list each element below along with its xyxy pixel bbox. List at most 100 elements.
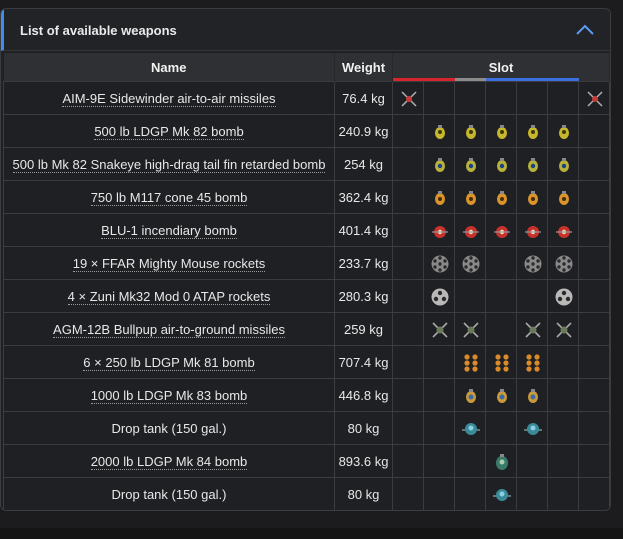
slot-cell-2[interactable] [423, 279, 455, 313]
slot-cell-6[interactable] [547, 180, 579, 214]
drop-tank-icon[interactable] [523, 419, 542, 437]
slot-cell-7[interactable] [578, 81, 610, 115]
yellow-bomb-icon[interactable] [492, 122, 510, 140]
green-bomb-icon[interactable] [492, 452, 510, 470]
slot-cell-6[interactable] [547, 213, 579, 247]
chevron-up-icon[interactable] [574, 21, 596, 39]
slot-cell-6[interactable] [547, 114, 579, 148]
slot-cell-2[interactable] [423, 114, 455, 148]
yellow-bomb-icon[interactable] [523, 122, 541, 140]
snakeye-bomb-icon[interactable] [554, 155, 572, 173]
slot-cell-5[interactable] [516, 147, 548, 181]
zuni-pod-icon[interactable] [554, 287, 573, 306]
slot-cell-5[interactable] [516, 246, 548, 280]
slot-cell-3[interactable] [454, 246, 486, 280]
incendiary-bomb-icon[interactable] [554, 221, 572, 239]
slot-cell-4[interactable] [485, 114, 517, 148]
slot-cell-6[interactable] [547, 246, 579, 280]
slot-cell-3[interactable] [454, 345, 486, 379]
missile-x-icon[interactable] [585, 89, 603, 107]
missile-x-icon[interactable] [399, 89, 417, 107]
bomb-cluster-icon[interactable] [523, 353, 541, 372]
bullpup-missile-icon[interactable] [523, 320, 541, 338]
slot-cell-2[interactable] [423, 180, 455, 214]
slot-cell-5[interactable] [516, 345, 548, 379]
slot-cell-6[interactable] [547, 147, 579, 181]
weapon-name-link[interactable]: 6 × 250 lb LDGP Mk 81 bomb [83, 354, 255, 371]
snakeye-bomb-icon[interactable] [461, 155, 479, 173]
slot-cell-4[interactable] [485, 345, 517, 379]
rocket-pod-icon[interactable] [430, 254, 449, 273]
slot-cell-5[interactable] [516, 213, 548, 247]
slot-cell-5[interactable] [516, 411, 548, 445]
blue-bomb-icon[interactable] [523, 386, 541, 404]
weapon-name-link[interactable]: BLU-1 incendiary bomb [101, 222, 237, 239]
drop-tank-icon[interactable] [492, 485, 511, 503]
incendiary-bomb-icon[interactable] [523, 221, 541, 239]
bullpup-missile-icon[interactable] [554, 320, 572, 338]
slot-cell-3[interactable] [454, 147, 486, 181]
slot-cell-6[interactable] [547, 312, 579, 346]
slot-cell-2[interactable] [423, 213, 455, 247]
weapon-weight: 76.4 kg [334, 81, 393, 115]
snakeye-bomb-icon[interactable] [523, 155, 541, 173]
slot-cell-4[interactable] [485, 378, 517, 412]
rocket-pod-icon[interactable] [523, 254, 542, 273]
weapon-name-link[interactable]: 500 lb Mk 82 Snakeye high-drag tail fin … [12, 156, 326, 173]
yellow-bomb-icon[interactable] [554, 122, 572, 140]
slot-cell-5[interactable] [516, 378, 548, 412]
slot-cell-3[interactable] [454, 312, 486, 346]
weapon-name-cell: Drop tank (150 gal.) [3, 477, 335, 510]
orange-bomb-icon[interactable] [492, 188, 510, 206]
weapon-name-link[interactable]: 750 lb M117 cone 45 bomb [90, 189, 248, 206]
weapon-name-link[interactable]: 4 × Zuni Mk32 Mod 0 ATAP rockets [67, 288, 271, 305]
slot-cell-5[interactable] [516, 312, 548, 346]
horizontal-scrollbar[interactable] [0, 528, 623, 539]
drop-tank-icon[interactable] [461, 419, 480, 437]
bomb-cluster-icon[interactable] [492, 353, 510, 372]
slot-cell-3[interactable] [454, 411, 486, 445]
panel-header[interactable]: List of available weapons [1, 9, 610, 51]
slot-cell-4[interactable] [485, 444, 517, 478]
incendiary-bomb-icon[interactable] [492, 221, 510, 239]
yellow-bomb-icon[interactable] [430, 122, 448, 140]
weapon-name-link[interactable]: AIM-9E Sidewinder air-to-air missiles [62, 90, 276, 107]
slot-cell-5[interactable] [516, 180, 548, 214]
rocket-pod-icon[interactable] [461, 254, 480, 273]
orange-bomb-icon[interactable] [430, 188, 448, 206]
slot-cell-4[interactable] [485, 213, 517, 247]
snakeye-bomb-icon[interactable] [492, 155, 510, 173]
incendiary-bomb-icon[interactable] [461, 221, 479, 239]
weapon-name-link[interactable]: AGM-12B Bullpup air-to-ground missiles [53, 321, 285, 338]
slot-cell-1[interactable] [392, 81, 424, 115]
orange-bomb-icon[interactable] [461, 188, 479, 206]
bullpup-missile-icon[interactable] [461, 320, 479, 338]
rocket-pod-icon[interactable] [554, 254, 573, 273]
slot-cell-4[interactable] [485, 147, 517, 181]
slot-cell-4[interactable] [485, 477, 517, 510]
yellow-bomb-icon[interactable] [461, 122, 479, 140]
orange-bomb-icon[interactable] [523, 188, 541, 206]
slot-cell-3[interactable] [454, 114, 486, 148]
slot-cell-6[interactable] [547, 279, 579, 313]
slot-cell-2[interactable] [423, 147, 455, 181]
slot-cell-3[interactable] [454, 378, 486, 412]
zuni-pod-icon[interactable] [430, 287, 449, 306]
weapon-name-link[interactable]: 2000 lb LDGP Mk 84 bomb [90, 453, 248, 470]
slot-cell-2[interactable] [423, 312, 455, 346]
weapon-name-link[interactable]: 19 × FFAR Mighty Mouse rockets [72, 255, 266, 272]
bullpup-missile-icon[interactable] [430, 320, 448, 338]
blue-bomb-icon[interactable] [492, 386, 510, 404]
weapon-name-link[interactable]: 500 lb LDGP Mk 82 bomb [94, 123, 244, 140]
slot-cell-3[interactable] [454, 180, 486, 214]
slot-cell-3[interactable] [454, 213, 486, 247]
slot-cell-2[interactable] [423, 246, 455, 280]
blue-bomb-icon[interactable] [461, 386, 479, 404]
slot-cell-4[interactable] [485, 180, 517, 214]
slot-cell-5[interactable] [516, 114, 548, 148]
snakeye-bomb-icon[interactable] [430, 155, 448, 173]
incendiary-bomb-icon[interactable] [430, 221, 448, 239]
bomb-cluster-icon[interactable] [461, 353, 479, 372]
weapon-name-link[interactable]: 1000 lb LDGP Mk 83 bomb [90, 387, 248, 404]
orange-bomb-icon[interactable] [554, 188, 572, 206]
